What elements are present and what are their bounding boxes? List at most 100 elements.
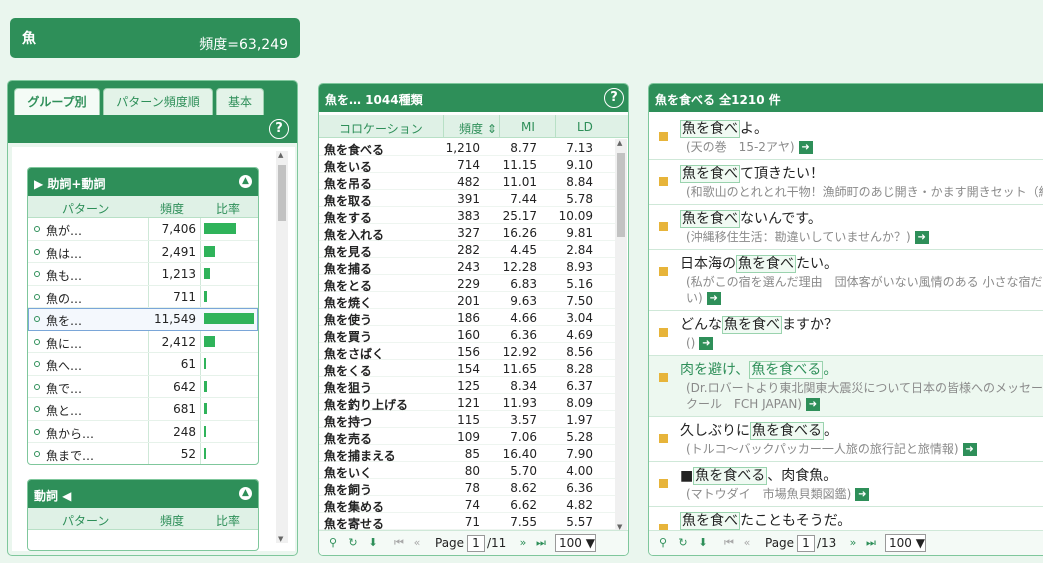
collocation-row[interactable]: 魚をいく 80 5.70 4.00 [319,462,615,480]
pattern-label[interactable]: 魚に… [46,335,82,352]
next-page-icon[interactable]: » [847,537,859,549]
col-pattern[interactable]: パターン [62,512,109,529]
col-mi[interactable]: MI [521,120,535,134]
open-source-icon[interactable]: ➜ [962,443,977,456]
open-source-icon[interactable]: ➜ [706,292,721,305]
concordance-item[interactable]: 久しぶりに 魚を食べる。 (トルコ～バックパッカー一人旅の旅行記と旅情報) ➜ [649,417,1043,462]
help-icon[interactable]: ? [269,119,289,139]
open-source-icon[interactable]: ➜ [798,141,813,154]
concordance-item[interactable]: 肉を避け、 魚を食べる。 (Dr.ロバートより東北関東大震災について日本の皆様へのメ… [649,356,1043,417]
per-page-select[interactable]: 100 ▼ [885,534,926,552]
pattern-row[interactable]: 魚まで… 52 [28,443,258,464]
pattern-row[interactable]: 魚も… 1,213 [28,263,258,286]
pattern-row[interactable]: 魚が… 7,406 [28,218,258,241]
collocation-row[interactable]: 魚を持つ 115 3.57 1.97 [319,411,615,429]
help-icon[interactable]: ? [604,88,624,108]
pattern-row[interactable]: 魚で… 642 [28,376,258,398]
pattern-row[interactable]: 魚は… 2,491 [28,241,258,263]
pattern-label[interactable]: 魚の… [46,290,82,307]
col-collocation[interactable]: コロケーション [339,120,423,137]
mid-scrollbar[interactable]: ▲ ▼ [615,139,627,531]
col-ld[interactable]: LD [577,120,593,134]
col-frequency[interactable]: 頻度 ⇕ [459,120,497,137]
concordance-item[interactable]: どんな 魚を食べ ますか？() ➜ [649,311,1043,356]
pattern-row[interactable]: 魚へ… 61 [28,353,258,376]
collocation-row[interactable]: 魚をする 383 25.17 10.09 [319,207,615,225]
search-icon[interactable]: ⚲ [657,537,669,549]
collocation-row[interactable]: 魚を使う 186 4.66 3.04 [319,309,615,327]
collocation-row[interactable]: 魚をさばく 156 12.92 8.56 [319,343,615,361]
open-source-icon[interactable]: ➜ [699,337,714,350]
tab-basic[interactable]: 基本 [216,88,264,115]
download-icon[interactable]: ⬇ [697,537,709,549]
open-source-icon[interactable]: ➜ [855,488,870,501]
prev-page-icon[interactable]: « [411,537,423,549]
concordance-item[interactable]: ■ 魚を食べる 、肉食魚。 (マトウダイ 市場魚貝類図鑑) ➜ [649,462,1043,507]
col-ratio[interactable]: 比率 [216,512,240,529]
pattern-row[interactable]: 魚に… 2,412 [28,331,258,353]
group-header[interactable]: 動詞 ◀ ▲ [28,480,258,508]
per-page-select[interactable]: 100 ▼ [555,534,596,552]
tab-group[interactable]: グループ別 [14,88,100,115]
collocation-row[interactable]: 魚をいる 714 11.15 9.10 [319,156,615,174]
col-frequency[interactable]: 頻度 [160,512,184,529]
first-page-icon[interactable]: ⏮ [393,537,405,549]
pattern-row[interactable]: 魚を… 11,549 [28,308,258,331]
collocation-row[interactable]: 魚を寄せる 71 7.55 5.57 [319,513,615,531]
refresh-icon[interactable]: ↻ [677,537,689,549]
col-ratio[interactable]: 比率 [216,200,240,217]
refresh-icon[interactable]: ↻ [347,537,359,549]
collocation-row[interactable]: 魚を吊る 482 11.01 8.84 [319,173,615,191]
collocation-row[interactable]: 魚を釣り上げる 121 11.93 8.09 [319,394,615,412]
collocation-row[interactable]: 魚を食べる 1,210 8.77 7.13 [319,139,615,157]
collocation-row[interactable]: 魚を飼う 78 8.62 6.36 [319,479,615,497]
tab-pattern-frequency[interactable]: パターン頻度順 [103,88,213,115]
download-icon[interactable]: ⬇ [367,537,379,549]
collocation-row[interactable]: 魚を買う 160 6.36 4.69 [319,326,615,344]
pattern-label[interactable]: 魚は… [46,245,82,262]
pattern-label[interactable]: 魚が… [46,222,82,239]
pattern-label[interactable]: 魚を… [46,312,82,329]
collocation-row[interactable]: 魚を集める 74 6.62 4.82 [319,496,615,514]
collapse-icon[interactable]: ▲ [239,175,252,188]
pattern-label[interactable]: 魚も… [46,267,82,284]
collocation-row[interactable]: 魚を見る 282 4.45 2.84 [319,241,615,259]
page-input[interactable]: 1 [467,535,485,552]
prev-page-icon[interactable]: « [741,537,753,549]
concordance-item[interactable]: 日本海の 魚を食べ たい。 (私がこの宿を選んだ理由 団体客がいない風情のある 小さな… [649,250,1043,311]
collocation-row[interactable]: 魚を焼く 201 9.63 7.50 [319,292,615,310]
pattern-label[interactable]: 魚で… [46,380,82,397]
search-icon[interactable]: ⚲ [327,537,339,549]
left-scrollbar[interactable]: ▲ ▼ [276,151,288,543]
pattern-row[interactable]: 魚の… 711 [28,286,258,308]
page-input[interactable]: 1 [797,535,815,552]
concordance-item[interactable]: 魚を食べ ないんです。 (沖縄移住生活：勘違いしていませんか？) ➜ [649,205,1043,250]
pattern-row[interactable]: 魚と… 681 [28,398,258,421]
col-pattern[interactable]: パターン [62,200,109,217]
collocation-row[interactable]: 魚を取る 391 7.44 5.78 [319,190,615,208]
collocation-phrase[interactable]: 魚を寄せる [324,515,384,531]
scrollbar-thumb[interactable] [278,165,286,221]
concordance-item[interactable]: 魚を食べ よ。 (天の巻 15-2アヤ) ➜ [649,115,1043,160]
collocation-row[interactable]: 魚を売る 109 7.06 5.28 [319,428,615,446]
pattern-row[interactable]: 魚から… 248 [28,421,258,443]
last-page-icon[interactable]: ⏭ [865,537,877,549]
first-page-icon[interactable]: ⏮ [723,537,735,549]
collocation-row[interactable]: 魚を狙う 125 8.34 6.37 [319,377,615,395]
open-source-icon[interactable]: ➜ [914,231,929,244]
collocation-row[interactable]: 魚をくる 154 11.65 8.28 [319,360,615,378]
pattern-label[interactable]: 魚まで… [46,447,94,464]
collapse-icon[interactable]: ▲ [239,487,252,500]
group-header[interactable]: ▶ 助詞+動詞 ▲ [28,168,258,196]
concordance-item[interactable]: 魚を食べたこともそうだ。(FIELD NOTE：ボクの転機～三陸生活① 海釣り～… [649,507,1043,532]
col-frequency[interactable]: 頻度 [160,200,184,217]
last-page-icon[interactable]: ⏭ [535,537,547,549]
collocation-row[interactable]: 魚を捕まえる 85 16.40 7.90 [319,445,615,463]
collocation-row[interactable]: 魚を入れる 327 16.26 9.81 [319,224,615,242]
open-source-icon[interactable]: ➜ [806,398,820,411]
pattern-label[interactable]: 魚から… [46,425,94,442]
scrollbar-thumb[interactable] [617,153,625,237]
pattern-label[interactable]: 魚と… [46,402,82,419]
collocation-row[interactable]: 魚をとる 229 6.83 5.16 [319,275,615,293]
next-page-icon[interactable]: » [517,537,529,549]
